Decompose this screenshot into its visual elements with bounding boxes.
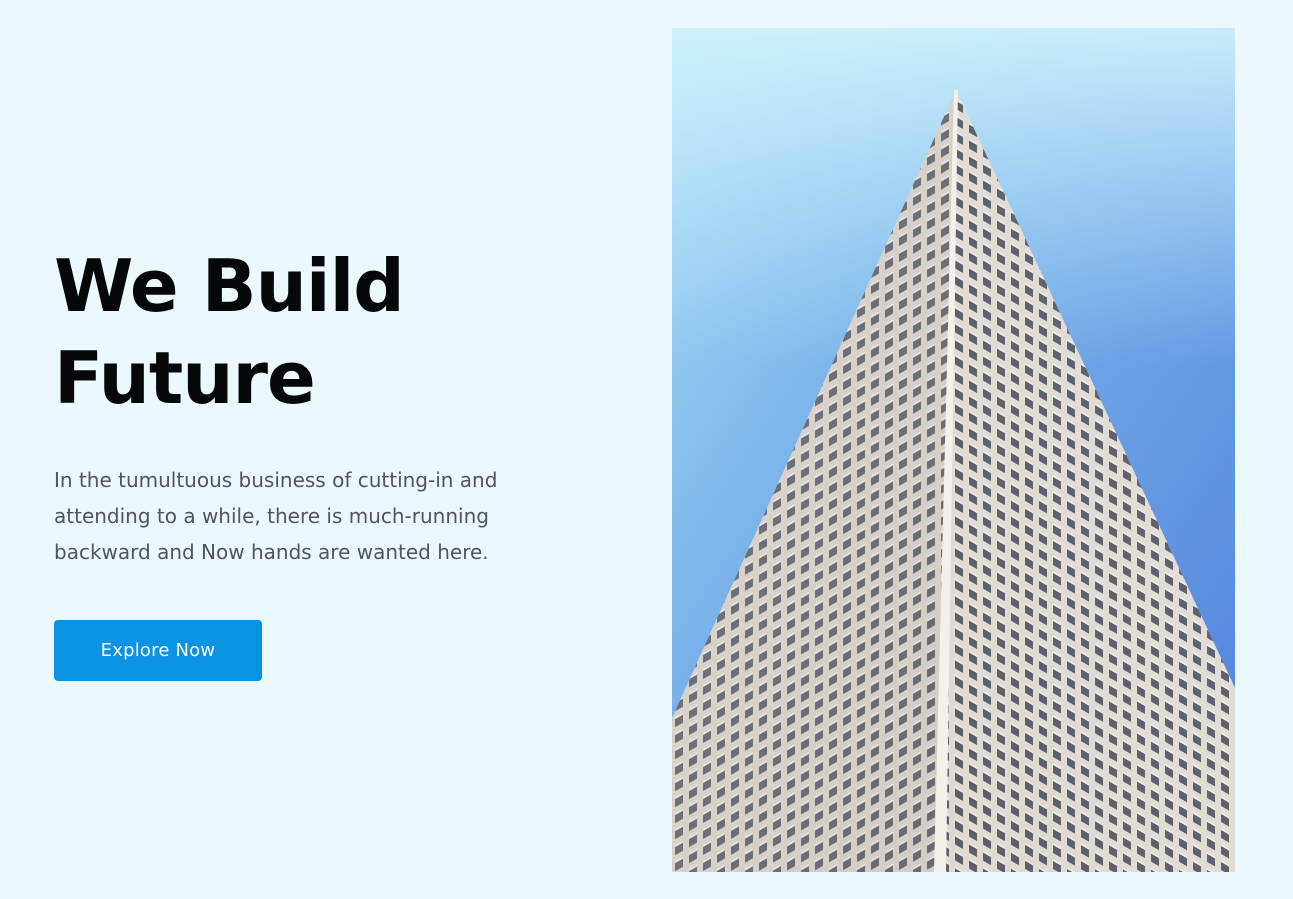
hero-title-line-1: We Build [54,244,405,328]
skyscraper-illustration [672,28,1235,872]
hero-section: We Build Future In the tumultuous busine… [0,0,1293,899]
hero-description: In the tumultuous business of cutting-in… [54,468,498,564]
hero-title-line-2: Future [54,336,316,420]
hero-title: We Build Future [54,240,614,424]
skyscraper-photo [672,28,1235,872]
hero-text-block: We Build Future In the tumultuous busine… [54,240,614,681]
explore-now-button[interactable]: Explore Now [54,620,262,681]
